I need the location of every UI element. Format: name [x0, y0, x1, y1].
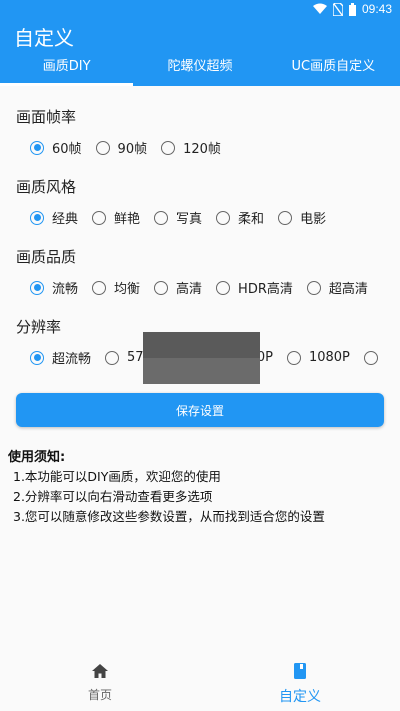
radio-label: 57 [127, 350, 144, 365]
section-title-quality: 画质品质 [16, 248, 77, 266]
tab-bar: 画质DIY 陀螺仪超频 UC画质自定义 [0, 54, 400, 86]
radio-button[interactable] [154, 210, 169, 225]
radio-label: 60帧 [52, 142, 82, 157]
radio-button[interactable] [30, 210, 44, 225]
no-sim-icon [332, 2, 343, 16]
radio-option[interactable]: 120帧 [161, 138, 221, 157]
redacted-overlay [143, 332, 260, 384]
radio-option[interactable]: 超高清 [306, 278, 368, 297]
tab-uc-quality[interactable]: UC画质自定义 [267, 54, 400, 86]
radio-button[interactable] [30, 140, 44, 155]
section-title-resolution: 分辨率 [16, 318, 62, 336]
radio-option[interactable]: 1080P [286, 350, 350, 365]
battery-icon [348, 2, 356, 16]
radio-button[interactable] [30, 350, 44, 365]
status-time: 09:43 [361, 2, 392, 16]
nav-item-home[interactable]: 首页 [0, 654, 200, 711]
radio-button[interactable] [95, 140, 110, 155]
radio-button[interactable] [278, 210, 293, 225]
save-button-label: 保存设置 [175, 403, 224, 418]
radio-label: 电影 [300, 212, 327, 227]
radio-option[interactable]: 鲜艳 [92, 208, 140, 227]
nav-label: 自定义 [279, 689, 321, 705]
radio-button[interactable] [286, 350, 301, 365]
radio-label: 120帧 [183, 142, 221, 157]
radio-label: 超流畅 [52, 352, 92, 367]
note-item: 2.分辨率可以向右滑动查看更多选项 [13, 489, 213, 504]
radio-label: 90帧 [117, 142, 148, 157]
radio-option[interactable]: 高清 [154, 278, 202, 297]
radio-button[interactable] [161, 140, 176, 155]
radio-option[interactable]: 电影 [278, 208, 326, 227]
app-bar: 自定义 [0, 20, 400, 54]
radio-option[interactable]: 57 [105, 350, 144, 365]
radio-label: 1080P [308, 350, 350, 365]
wifi-icon [312, 3, 327, 14]
radio-option[interactable]: 60帧 [30, 138, 82, 157]
radio-button[interactable] [92, 210, 107, 225]
radio-option[interactable]: 写真 [154, 208, 202, 227]
save-button[interactable]: 保存设置 [16, 393, 384, 427]
radio-option[interactable]: 柔和 [216, 208, 264, 227]
radio-button[interactable] [306, 280, 321, 295]
section-title-framerate: 画面帧率 [16, 108, 77, 126]
radio-option[interactable]: 均衡 [92, 278, 140, 297]
radio-option[interactable]: HDR高清 [216, 278, 293, 297]
nav-label: 首页 [87, 688, 112, 702]
radio-label: 鲜艳 [114, 212, 141, 227]
tab-gyro-overclock[interactable]: 陀螺仪超频 [133, 54, 266, 86]
nav-item-custom[interactable]: 自定义 [200, 654, 400, 711]
tab-quality-diy[interactable]: 画质DIY [0, 54, 134, 86]
radio-button[interactable] [92, 280, 107, 295]
radio-label: 高清 [176, 282, 203, 297]
radio-button[interactable] [105, 350, 120, 365]
tab-label: 画质DIY [42, 59, 91, 74]
style-options: 经典 鲜艳 写真 柔和 电影 [30, 208, 340, 227]
radio-option[interactable]: 90帧 [95, 138, 148, 157]
radio-label: 超高清 [328, 282, 368, 297]
radio-button[interactable] [30, 280, 44, 295]
notes-title: 使用须知: [8, 450, 66, 465]
radio-label: 经典 [52, 212, 79, 227]
radio-button[interactable] [363, 350, 378, 365]
note-item: 3.您可以随意修改这些参数设置，从而找到适合您的设置 [13, 509, 325, 524]
radio-option[interactable]: 流畅 [30, 278, 78, 297]
tab-label: 陀螺仪超频 [167, 59, 233, 74]
book-icon [294, 663, 306, 679]
framerate-options: 60帧 90帧 120帧 [30, 138, 235, 157]
radio-button[interactable] [216, 280, 231, 295]
radio-option[interactable]: 经典 [30, 208, 78, 227]
quality-options: 流畅 均衡 高清 HDR高清 超高清 [30, 278, 382, 297]
radio-label: 写真 [176, 212, 203, 227]
tab-label: UC画质自定义 [291, 59, 376, 74]
section-title-style: 画质风格 [16, 178, 77, 196]
radio-option[interactable]: 超流畅 [30, 348, 91, 367]
page-title: 自定义 [14, 26, 74, 50]
radio-option[interactable] [363, 350, 386, 365]
bottom-nav: 首页 自定义 [0, 654, 400, 711]
radio-button[interactable] [216, 210, 231, 225]
radio-label: 流畅 [52, 282, 79, 297]
radio-label: 均衡 [114, 282, 141, 297]
radio-label: HDR高清 [238, 282, 293, 297]
settings-content: 画面帧率 60帧 90帧 120帧 画质风格 经典 鲜艳 写真 柔和 电影 画质… [0, 86, 400, 646]
radio-button[interactable] [154, 280, 169, 295]
radio-label: 柔和 [238, 212, 265, 227]
note-item: 1.本功能可以DIY画质，欢迎您的使用 [13, 469, 221, 484]
status-bar: 09:43 [0, 0, 400, 20]
home-icon [92, 664, 108, 678]
status-icons: 09:43 [312, 2, 392, 16]
